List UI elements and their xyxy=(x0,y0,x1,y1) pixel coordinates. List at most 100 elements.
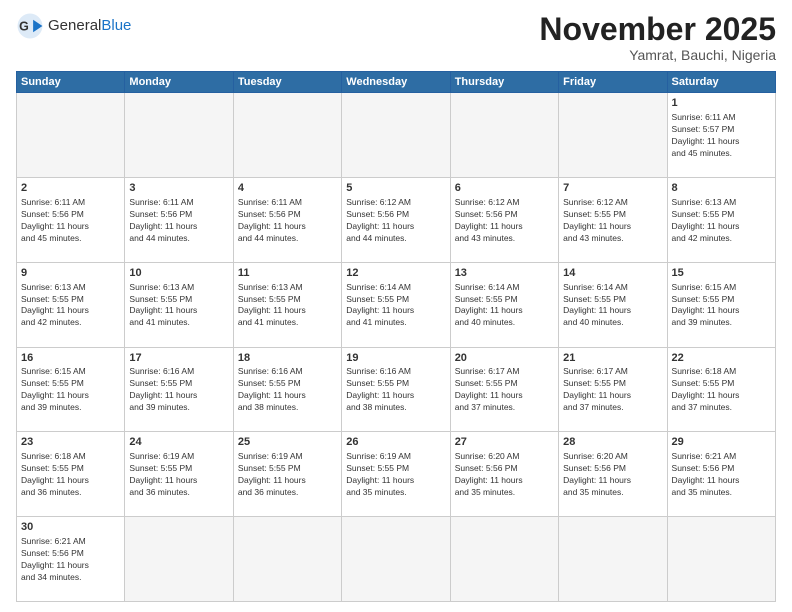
day-info: Sunrise: 6:13 AM Sunset: 5:55 PM Dayligh… xyxy=(129,282,228,330)
calendar-cell: 1Sunrise: 6:11 AM Sunset: 5:57 PM Daylig… xyxy=(667,93,775,178)
calendar-cell xyxy=(342,93,450,178)
calendar-cell: 3Sunrise: 6:11 AM Sunset: 5:56 PM Daylig… xyxy=(125,177,233,262)
calendar-cell xyxy=(450,517,558,602)
calendar-cell: 30Sunrise: 6:21 AM Sunset: 5:56 PM Dayli… xyxy=(17,517,125,602)
day-number: 11 xyxy=(238,266,337,281)
calendar-cell: 5Sunrise: 6:12 AM Sunset: 5:56 PM Daylig… xyxy=(342,177,450,262)
calendar-cell xyxy=(17,93,125,178)
calendar-cell xyxy=(342,517,450,602)
day-number: 24 xyxy=(129,435,228,450)
calendar-cell xyxy=(559,93,667,178)
weekday-header-sunday: Sunday xyxy=(17,72,125,93)
day-info: Sunrise: 6:19 AM Sunset: 5:55 PM Dayligh… xyxy=(129,451,228,499)
calendar-cell: 11Sunrise: 6:13 AM Sunset: 5:55 PM Dayli… xyxy=(233,262,341,347)
day-info: Sunrise: 6:20 AM Sunset: 5:56 PM Dayligh… xyxy=(455,451,554,499)
day-info: Sunrise: 6:12 AM Sunset: 5:56 PM Dayligh… xyxy=(346,197,445,245)
calendar-cell xyxy=(450,93,558,178)
day-number: 12 xyxy=(346,266,445,281)
calendar-cell: 22Sunrise: 6:18 AM Sunset: 5:55 PM Dayli… xyxy=(667,347,775,432)
location: Yamrat, Bauchi, Nigeria xyxy=(539,47,776,63)
day-number: 5 xyxy=(346,181,445,196)
calendar-cell: 29Sunrise: 6:21 AM Sunset: 5:56 PM Dayli… xyxy=(667,432,775,517)
header: G GeneralBlue November 2025 Yamrat, Bauc… xyxy=(16,12,776,63)
calendar-cell xyxy=(233,93,341,178)
calendar-cell: 10Sunrise: 6:13 AM Sunset: 5:55 PM Dayli… xyxy=(125,262,233,347)
day-info: Sunrise: 6:14 AM Sunset: 5:55 PM Dayligh… xyxy=(563,282,662,330)
page: G GeneralBlue November 2025 Yamrat, Bauc… xyxy=(0,0,792,612)
svg-text:G: G xyxy=(19,20,29,34)
calendar-cell: 14Sunrise: 6:14 AM Sunset: 5:55 PM Dayli… xyxy=(559,262,667,347)
day-number: 21 xyxy=(563,351,662,366)
day-number: 30 xyxy=(21,520,120,535)
calendar-cell: 27Sunrise: 6:20 AM Sunset: 5:56 PM Dayli… xyxy=(450,432,558,517)
calendar-cell: 12Sunrise: 6:14 AM Sunset: 5:55 PM Dayli… xyxy=(342,262,450,347)
day-number: 29 xyxy=(672,435,771,450)
day-info: Sunrise: 6:17 AM Sunset: 5:55 PM Dayligh… xyxy=(455,366,554,414)
day-number: 26 xyxy=(346,435,445,450)
day-number: 16 xyxy=(21,351,120,366)
day-number: 2 xyxy=(21,181,120,196)
title-block: November 2025 Yamrat, Bauchi, Nigeria xyxy=(539,12,776,63)
calendar-cell xyxy=(667,517,775,602)
day-info: Sunrise: 6:15 AM Sunset: 5:55 PM Dayligh… xyxy=(21,366,120,414)
day-number: 19 xyxy=(346,351,445,366)
calendar-cell xyxy=(233,517,341,602)
weekday-header-monday: Monday xyxy=(125,72,233,93)
day-number: 4 xyxy=(238,181,337,196)
day-number: 27 xyxy=(455,435,554,450)
weekday-header-thursday: Thursday xyxy=(450,72,558,93)
day-number: 18 xyxy=(238,351,337,366)
month-title: November 2025 xyxy=(539,12,776,47)
calendar-cell: 25Sunrise: 6:19 AM Sunset: 5:55 PM Dayli… xyxy=(233,432,341,517)
calendar-cell: 13Sunrise: 6:14 AM Sunset: 5:55 PM Dayli… xyxy=(450,262,558,347)
week-row-3: 16Sunrise: 6:15 AM Sunset: 5:55 PM Dayli… xyxy=(17,347,776,432)
day-number: 20 xyxy=(455,351,554,366)
day-info: Sunrise: 6:12 AM Sunset: 5:55 PM Dayligh… xyxy=(563,197,662,245)
day-info: Sunrise: 6:14 AM Sunset: 5:55 PM Dayligh… xyxy=(455,282,554,330)
day-info: Sunrise: 6:19 AM Sunset: 5:55 PM Dayligh… xyxy=(238,451,337,499)
calendar-cell: 17Sunrise: 6:16 AM Sunset: 5:55 PM Dayli… xyxy=(125,347,233,432)
calendar-cell: 19Sunrise: 6:16 AM Sunset: 5:55 PM Dayli… xyxy=(342,347,450,432)
day-number: 28 xyxy=(563,435,662,450)
day-info: Sunrise: 6:20 AM Sunset: 5:56 PM Dayligh… xyxy=(563,451,662,499)
day-info: Sunrise: 6:21 AM Sunset: 5:56 PM Dayligh… xyxy=(21,536,120,584)
day-number: 6 xyxy=(455,181,554,196)
week-row-1: 2Sunrise: 6:11 AM Sunset: 5:56 PM Daylig… xyxy=(17,177,776,262)
day-info: Sunrise: 6:13 AM Sunset: 5:55 PM Dayligh… xyxy=(672,197,771,245)
calendar-cell: 8Sunrise: 6:13 AM Sunset: 5:55 PM Daylig… xyxy=(667,177,775,262)
week-row-0: 1Sunrise: 6:11 AM Sunset: 5:57 PM Daylig… xyxy=(17,93,776,178)
calendar-cell: 9Sunrise: 6:13 AM Sunset: 5:55 PM Daylig… xyxy=(17,262,125,347)
calendar-cell xyxy=(125,93,233,178)
weekday-header-saturday: Saturday xyxy=(667,72,775,93)
weekday-header-row: SundayMondayTuesdayWednesdayThursdayFrid… xyxy=(17,72,776,93)
day-info: Sunrise: 6:18 AM Sunset: 5:55 PM Dayligh… xyxy=(672,366,771,414)
day-info: Sunrise: 6:16 AM Sunset: 5:55 PM Dayligh… xyxy=(238,366,337,414)
logo-icon: G xyxy=(16,12,44,40)
day-number: 22 xyxy=(672,351,771,366)
day-info: Sunrise: 6:18 AM Sunset: 5:55 PM Dayligh… xyxy=(21,451,120,499)
day-info: Sunrise: 6:11 AM Sunset: 5:56 PM Dayligh… xyxy=(129,197,228,245)
day-info: Sunrise: 6:11 AM Sunset: 5:56 PM Dayligh… xyxy=(238,197,337,245)
calendar-cell: 7Sunrise: 6:12 AM Sunset: 5:55 PM Daylig… xyxy=(559,177,667,262)
logo: G GeneralBlue xyxy=(16,12,131,40)
calendar-cell: 23Sunrise: 6:18 AM Sunset: 5:55 PM Dayli… xyxy=(17,432,125,517)
day-number: 17 xyxy=(129,351,228,366)
day-info: Sunrise: 6:11 AM Sunset: 5:57 PM Dayligh… xyxy=(672,112,771,160)
week-row-5: 30Sunrise: 6:21 AM Sunset: 5:56 PM Dayli… xyxy=(17,517,776,602)
calendar-cell: 18Sunrise: 6:16 AM Sunset: 5:55 PM Dayli… xyxy=(233,347,341,432)
calendar-cell: 15Sunrise: 6:15 AM Sunset: 5:55 PM Dayli… xyxy=(667,262,775,347)
day-info: Sunrise: 6:11 AM Sunset: 5:56 PM Dayligh… xyxy=(21,197,120,245)
day-number: 14 xyxy=(563,266,662,281)
day-info: Sunrise: 6:15 AM Sunset: 5:55 PM Dayligh… xyxy=(672,282,771,330)
day-info: Sunrise: 6:19 AM Sunset: 5:55 PM Dayligh… xyxy=(346,451,445,499)
calendar-cell: 26Sunrise: 6:19 AM Sunset: 5:55 PM Dayli… xyxy=(342,432,450,517)
calendar-cell: 28Sunrise: 6:20 AM Sunset: 5:56 PM Dayli… xyxy=(559,432,667,517)
day-info: Sunrise: 6:17 AM Sunset: 5:55 PM Dayligh… xyxy=(563,366,662,414)
calendar-cell: 16Sunrise: 6:15 AM Sunset: 5:55 PM Dayli… xyxy=(17,347,125,432)
logo-text: GeneralBlue xyxy=(48,18,131,35)
day-info: Sunrise: 6:21 AM Sunset: 5:56 PM Dayligh… xyxy=(672,451,771,499)
calendar-cell: 20Sunrise: 6:17 AM Sunset: 5:55 PM Dayli… xyxy=(450,347,558,432)
weekday-header-tuesday: Tuesday xyxy=(233,72,341,93)
day-info: Sunrise: 6:13 AM Sunset: 5:55 PM Dayligh… xyxy=(238,282,337,330)
calendar-cell: 2Sunrise: 6:11 AM Sunset: 5:56 PM Daylig… xyxy=(17,177,125,262)
